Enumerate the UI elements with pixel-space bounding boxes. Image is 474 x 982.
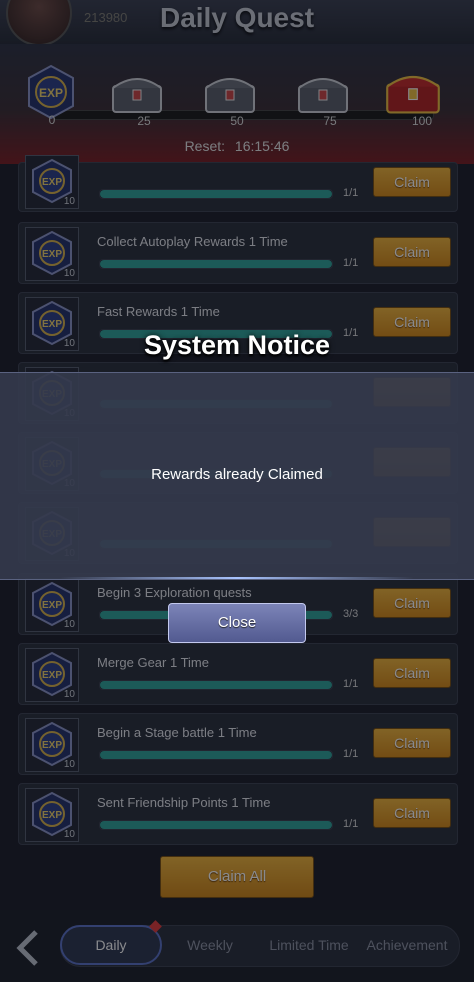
dialog-message: Rewards already Claimed [151, 466, 323, 483]
dialog-title: System Notice [143, 330, 331, 360]
dialog-glow-line [60, 577, 414, 579]
close-button[interactable]: Close [168, 603, 306, 643]
